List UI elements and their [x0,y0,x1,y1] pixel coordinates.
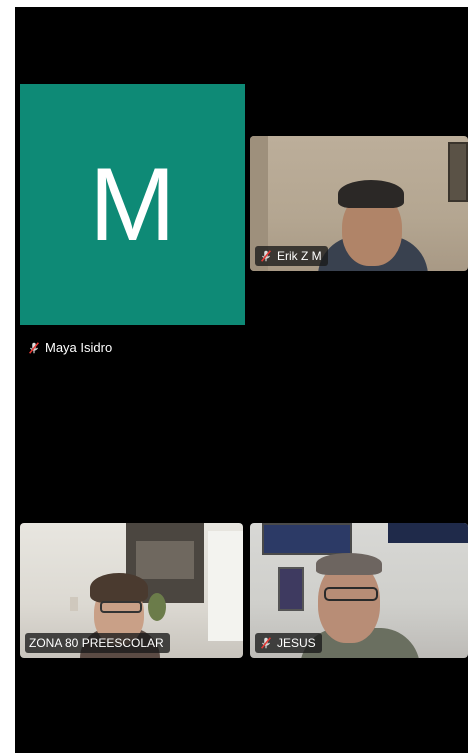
plant [148,593,166,621]
person-hair [90,573,148,603]
participant-tile-maya[interactable]: M [20,84,245,325]
wall-picture-left [262,523,352,555]
participant-tile-jesus[interactable]: JESUS [250,523,468,658]
participant-label-jesus: JESUS [255,633,322,653]
window [208,531,243,641]
participant-tile-zona-80[interactable]: ZONA 80 PREESCOLAR [20,523,243,658]
wall-poster [278,567,304,611]
cabinet-shelf [136,541,194,579]
wall-frame [448,142,468,202]
wall-picture-right [388,523,468,543]
participant-label-erik: Erik Z M [255,246,328,266]
participant-name: ZONA 80 PREESCOLAR [29,636,164,650]
mic-muted-icon [261,637,271,649]
mic-muted-icon [261,250,271,262]
participant-name-row-maya: Maya Isidro [27,340,112,355]
mic-muted-icon [29,341,39,354]
participant-name: Maya Isidro [45,340,113,355]
participant-tile-erik[interactable]: Erik Z M [250,136,468,271]
participant-name: Erik Z M [277,249,322,263]
participant-label-zona-80: ZONA 80 PREESCOLAR [25,633,170,653]
meeting-screen: M Maya Isidro Erik Z M ZONA 80 PREESCOLA… [15,7,468,753]
person-hair [338,180,404,208]
avatar-letter: M [89,146,176,263]
glasses [100,601,142,613]
glasses [324,587,378,601]
person-hair [316,553,382,575]
wall-switch [70,597,78,611]
participant-name: JESUS [277,636,316,650]
